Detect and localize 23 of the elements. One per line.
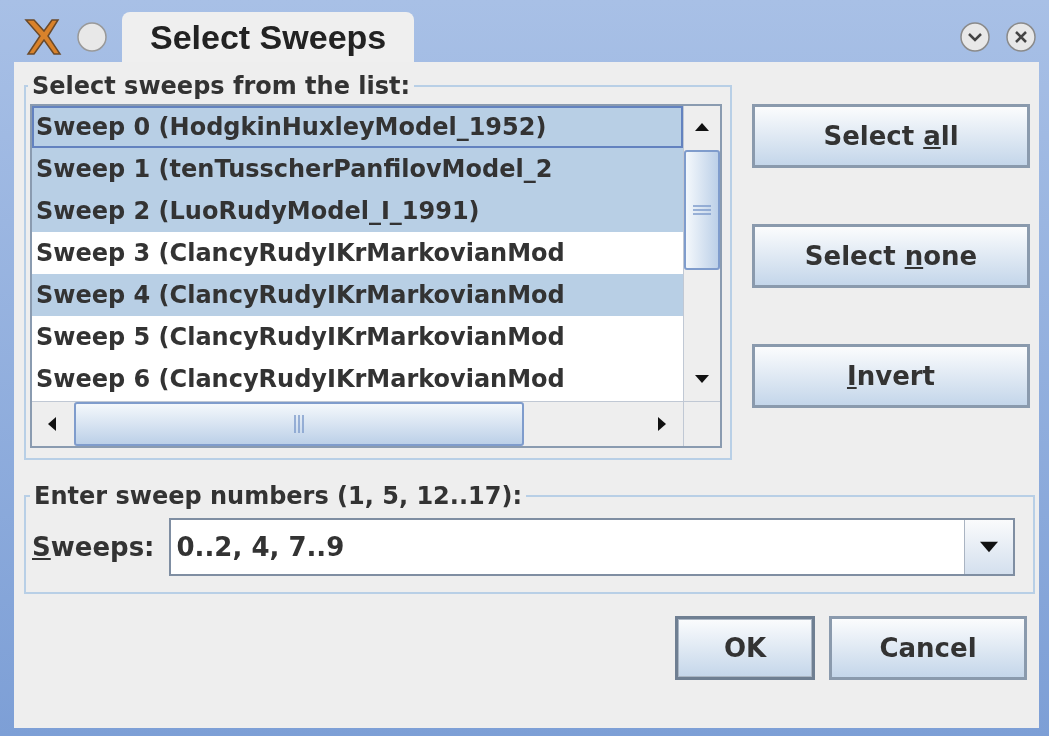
cancel-button[interactable]: Cancel	[829, 616, 1027, 680]
ok-button[interactable]: OK	[675, 616, 815, 680]
vertical-scrollbar[interactable]	[683, 106, 720, 401]
app-logo-icon	[22, 18, 62, 56]
close-icon[interactable]	[1005, 21, 1037, 53]
list-item[interactable]: Sweep 4 (ClancyRudyIKrMarkovianMod	[32, 274, 683, 316]
scroll-thumb[interactable]	[74, 402, 524, 446]
action-button[interactable]: Invert	[752, 344, 1030, 408]
grip-icon	[693, 205, 711, 215]
list-item[interactable]: Sweep 1 (tenTusscherPanfilovModel_2	[32, 148, 683, 190]
field-label: Sweeps:	[32, 532, 155, 562]
list-item[interactable]: Sweep 2 (LuoRudyModel_I_1991)	[32, 190, 683, 232]
action-button[interactable]: Select none	[752, 224, 1030, 288]
minimize-icon[interactable]	[959, 21, 991, 53]
group-legend: Select sweeps from the list:	[28, 72, 415, 100]
grip-icon	[294, 415, 304, 433]
horizontal-scrollbar[interactable]	[32, 401, 683, 446]
group-legend: Enter sweep numbers (1, 5, 12..17):	[30, 482, 526, 510]
scrollbar-corner	[683, 401, 720, 446]
scroll-thumb[interactable]	[684, 150, 720, 270]
action-button[interactable]: Select all	[752, 104, 1030, 168]
list-item[interactable]: Sweep 0 (HodgkinHuxleyModel_1952)	[32, 106, 683, 148]
window-title: Select Sweeps	[122, 12, 415, 62]
